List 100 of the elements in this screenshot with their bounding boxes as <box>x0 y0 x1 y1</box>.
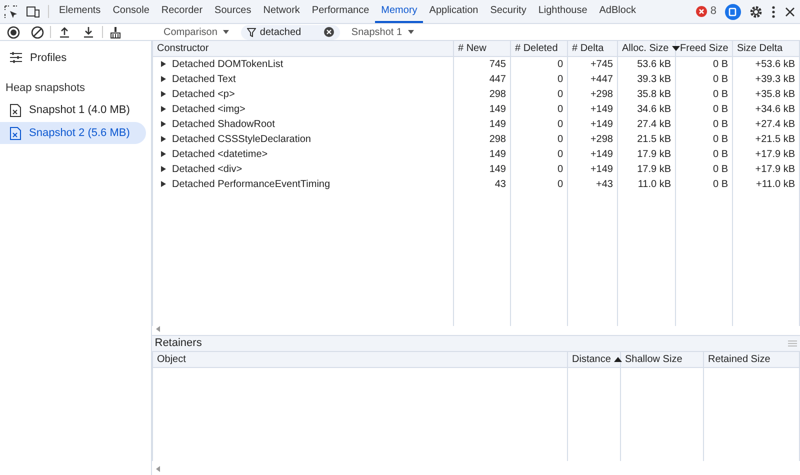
table-cell: 0 B <box>712 179 728 190</box>
table-cell: 34.6 kB <box>637 104 671 115</box>
sliders-icon <box>10 52 22 64</box>
table-cell: 0 B <box>712 104 728 115</box>
column-header[interactable]: Constructor <box>152 41 454 56</box>
tab[interactable]: Lighthouse <box>532 0 594 23</box>
column-header[interactable]: Retained Size <box>704 352 800 368</box>
table-cell: 0 B <box>712 119 728 130</box>
table-cell: 17.9 kB <box>637 164 671 175</box>
file-icon <box>10 126 21 140</box>
table-cell: +149 <box>590 149 613 160</box>
table-cell: 149 <box>489 104 506 115</box>
expand-icon[interactable] <box>161 181 166 188</box>
tab[interactable]: Recorder <box>155 0 209 23</box>
expand-icon[interactable] <box>161 136 166 142</box>
table-cell: Detached CSSStyleDeclaration <box>172 134 311 145</box>
filter-field[interactable]: detached <box>240 24 340 40</box>
profiles-item[interactable]: Profiles <box>0 46 146 69</box>
table-cell: +34.6 kB <box>755 104 795 115</box>
table-cell: 17.9 kB <box>637 149 671 160</box>
table-cell: +149 <box>590 119 613 130</box>
table-cell: Detached <div> <box>172 164 242 175</box>
table-cell: +447 <box>590 74 613 85</box>
table-cell: +27.4 kB <box>755 119 795 130</box>
tab[interactable]: Security <box>484 0 532 23</box>
snapshot-item[interactable]: Snapshot 2 (5.6 MB) <box>0 122 146 144</box>
table-cell: 0 <box>557 164 563 175</box>
expand-icon[interactable] <box>161 166 166 172</box>
table-cell: +11.0 kB <box>756 179 795 190</box>
view-dropdown[interactable]: Comparison <box>158 24 236 40</box>
column-header[interactable]: Distance <box>568 352 620 368</box>
clear-filter-icon[interactable] <box>324 27 334 37</box>
tab[interactable]: Console <box>106 0 156 23</box>
table-cell: 149 <box>489 164 506 175</box>
table-cell: 0 <box>557 104 563 115</box>
table-cell: 27.4 kB <box>637 119 671 130</box>
tab[interactable]: Sources <box>208 0 258 23</box>
column-header[interactable]: # Delta <box>568 41 618 56</box>
expand-icon[interactable] <box>161 76 166 82</box>
table-cell: 35.8 kB <box>637 89 671 100</box>
expand-icon[interactable] <box>161 151 166 158</box>
table-cell: 447 <box>489 74 506 85</box>
snapshot-item[interactable]: Snapshot 1 (4.0 MB) <box>0 99 146 122</box>
table-cell: 0 B <box>712 74 728 85</box>
table-cell: 0 <box>557 119 563 130</box>
table-cell: 53.6 kB <box>637 59 671 70</box>
table-cell: +17.9 kB <box>755 149 795 160</box>
table-cell: Detached ShadowRoot <box>172 119 275 130</box>
expand-icon[interactable] <box>161 106 166 112</box>
section-heading: Heap snapshots <box>4 81 86 96</box>
file-icon <box>10 104 21 117</box>
column-header[interactable]: Size Delta <box>732 41 800 56</box>
column-header[interactable]: Object <box>152 352 568 368</box>
table-cell: 21.5 kB <box>637 134 671 145</box>
table-cell: 0 <box>557 89 563 100</box>
expand-icon[interactable] <box>161 121 166 128</box>
scroll-left-icon[interactable] <box>156 326 160 332</box>
table-cell: 745 <box>489 59 506 70</box>
table-cell: 0 B <box>712 134 728 145</box>
table-cell: 149 <box>489 149 506 160</box>
table-cell: 39.3 kB <box>637 74 671 85</box>
tab[interactable]: Network <box>257 0 306 23</box>
column-header[interactable]: # New <box>454 41 510 56</box>
tab[interactable]: AdBlock <box>593 0 642 23</box>
table-cell: Detached <img> <box>172 104 246 115</box>
expand-icon[interactable] <box>161 91 166 98</box>
table-cell: +149 <box>590 164 613 175</box>
table-cell: 11.0 kB <box>638 179 671 190</box>
table-cell: 298 <box>489 89 506 100</box>
error-icon[interactable] <box>696 6 708 17</box>
table-cell: +298 <box>590 134 613 145</box>
table-cell: +17.9 kB <box>755 164 795 175</box>
table-cell: 298 <box>489 134 506 145</box>
table-cell: 43 <box>494 179 506 190</box>
filter-icon <box>246 28 256 36</box>
table-cell: 0 B <box>712 59 728 70</box>
column-header[interactable]: Shallow Size <box>620 352 704 368</box>
base-snapshot-dropdown[interactable]: Snapshot 1 <box>345 24 420 40</box>
table-cell: +39.3 kB <box>755 74 795 85</box>
table-cell: 0 <box>557 134 563 145</box>
table-cell: 0 B <box>712 89 728 100</box>
table-cell: 0 <box>557 74 563 85</box>
table-cell: +35.8 kB <box>755 89 795 100</box>
error-count[interactable]: 8 <box>710 3 716 20</box>
tab[interactable]: Application <box>423 0 484 23</box>
expand-icon[interactable] <box>161 61 166 68</box>
table-cell: +149 <box>590 104 613 115</box>
tab[interactable]: Elements <box>53 0 107 23</box>
table-cell: +53.6 kB <box>755 59 795 70</box>
table-cell: 0 B <box>712 164 728 175</box>
column-header[interactable]: # Deleted <box>510 41 568 56</box>
tab[interactable]: Performance <box>306 0 376 23</box>
table-cell: Detached DOMTokenList <box>172 59 284 70</box>
scroll-left-icon[interactable] <box>156 466 160 472</box>
column-header[interactable]: Freed Size <box>676 41 732 56</box>
table-cell: 0 <box>557 179 563 190</box>
table-cell: Detached PerformanceEventTiming <box>172 179 330 190</box>
table-cell: +298 <box>590 89 613 100</box>
table-cell: +43 <box>596 179 613 190</box>
table-cell: 0 <box>557 59 563 70</box>
